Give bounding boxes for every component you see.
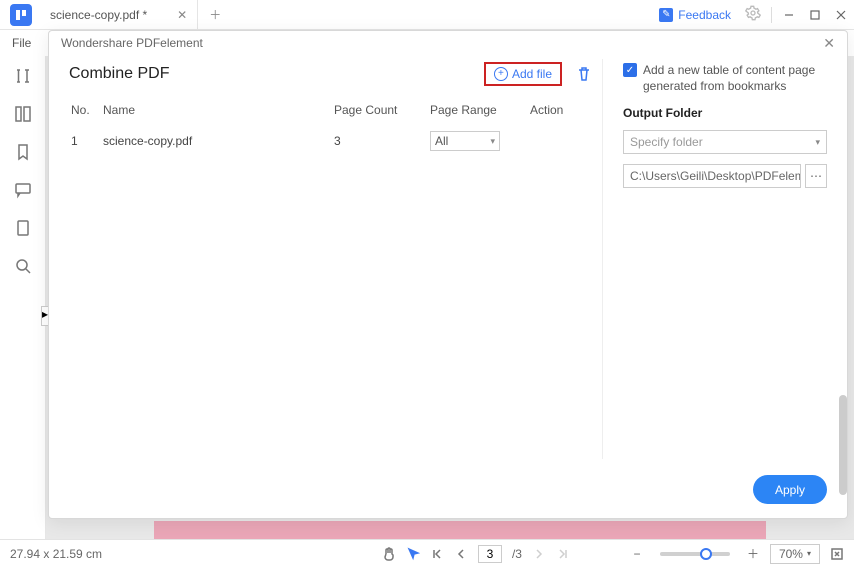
file-table: No. Name Page Count Page Range Action 1 … [69,99,592,155]
maximize-button[interactable] [802,0,828,30]
dialog-footer: Apply [49,467,847,518]
document-fragment [154,521,766,539]
combine-title: Combine PDF [69,65,169,83]
row-no: 1 [71,134,103,148]
feedback-label: Feedback [678,8,731,22]
bookmark-icon[interactable] [13,142,33,162]
col-name: Name [103,103,334,117]
prev-page-icon[interactable] [454,547,468,561]
zoom-in-icon[interactable]: ＋ [746,547,760,561]
hand-tool-icon[interactable] [382,547,396,561]
zoom-controls: − ＋ 70%▾ [630,544,844,564]
col-page-count: Page Count [334,103,430,117]
chevron-down-icon: ▾ [490,136,495,147]
toc-checkbox-row[interactable]: ✓ Add a new table of content page genera… [623,63,827,94]
page-range-select[interactable]: All ▾ [430,131,500,151]
last-page-icon[interactable] [556,547,570,561]
close-button[interactable] [828,0,854,30]
toc-checkbox[interactable]: ✓ [623,63,637,77]
page-input[interactable] [478,545,502,563]
fit-page-icon[interactable] [830,547,844,561]
text-edit-icon[interactable] [13,66,33,86]
zoom-dropdown[interactable]: 70%▾ [770,544,820,564]
zoom-slider[interactable] [660,552,730,556]
combine-left-panel: Combine PDF + Add file No. Name Page Cou… [69,59,603,459]
zoom-out-icon[interactable]: − [630,547,644,561]
combine-right-panel: ✓ Add a new table of content page genera… [623,59,827,459]
first-page-icon[interactable] [430,547,444,561]
search-icon[interactable] [13,256,33,276]
menu-file[interactable]: File [12,36,31,50]
thumbnails-icon[interactable] [13,104,33,124]
tab-title: science-copy.pdf * [50,8,147,22]
new-tab-button[interactable]: ＋ [198,0,232,29]
table-row[interactable]: 1 science-copy.pdf 3 All ▾ [69,127,592,155]
browse-folder-button[interactable]: ⋯ [805,164,827,188]
left-toolbar [0,56,46,539]
add-file-button[interactable]: + Add file [484,62,562,86]
output-path-field[interactable]: C:\Users\Geili\Desktop\PDFelement\Cc [623,164,801,188]
page-nav: /3 [382,545,570,563]
chevron-down-icon: ▾ [807,549,811,558]
next-page-icon[interactable] [532,547,546,561]
table-header: No. Name Page Count Page Range Action [69,99,592,121]
col-action: Action [530,103,590,117]
row-page-range: All ▾ [430,131,530,151]
scrollbar[interactable] [839,395,847,495]
titlebar: science-copy.pdf * ✕ ＋ ✎ Feedback [0,0,854,30]
dialog-header: Wondershare PDFelement ✕ [49,31,847,55]
feedback-button[interactable]: ✎ Feedback [651,8,739,22]
dialog-title: Wondershare PDFelement [61,36,203,50]
toc-checkbox-label: Add a new table of content page generate… [643,63,827,94]
row-page-count: 3 [334,134,430,148]
page-dimensions: 27.94 x 21.59 cm [10,547,102,561]
chevron-down-icon: ▾ [815,137,820,148]
settings-button[interactable] [739,5,767,24]
statusbar: 27.94 x 21.59 cm /3 − ＋ 70%▾ [0,539,854,567]
col-page-range: Page Range [430,103,530,117]
minimize-button[interactable] [776,0,802,30]
window-controls [776,0,854,30]
feedback-icon: ✎ [659,8,673,22]
col-no: No. [71,103,103,117]
select-tool-icon[interactable] [406,547,420,561]
apply-button[interactable]: Apply [753,475,827,504]
dialog-close-button[interactable]: ✕ [823,35,835,52]
divider [771,7,772,23]
tab-close-button[interactable]: ✕ [177,8,187,22]
delete-all-button[interactable] [576,66,592,82]
row-name: science-copy.pdf [103,134,334,148]
comment-icon[interactable] [13,180,33,200]
combine-pdf-dialog: Wondershare PDFelement ✕ Combine PDF + A… [48,30,848,519]
app-logo [10,4,32,26]
zoom-thumb[interactable] [700,548,712,560]
attachment-icon[interactable] [13,218,33,238]
plus-circle-icon: + [494,67,508,81]
output-folder-title: Output Folder [623,106,827,120]
document-tab[interactable]: science-copy.pdf * ✕ [40,0,198,29]
page-total: /3 [512,547,522,561]
specify-folder-select[interactable]: Specify folder ▾ [623,130,827,154]
add-file-label: Add file [512,67,552,81]
